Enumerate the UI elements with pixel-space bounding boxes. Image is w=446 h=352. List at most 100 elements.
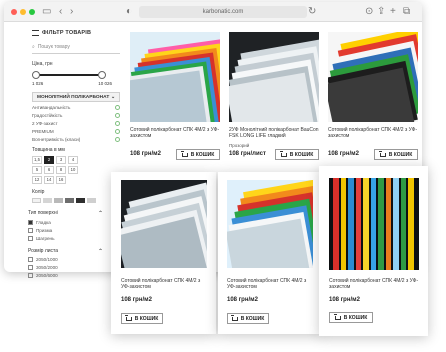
product-image[interactable]	[229, 32, 319, 122]
thickness-option[interactable]: 6	[44, 166, 54, 174]
type-select[interactable]: МОНОЛІТНИЙ ПОЛІКАРБОНАТ ⌄	[32, 92, 120, 102]
price-slider-track	[34, 74, 98, 76]
product-image[interactable]	[329, 178, 419, 270]
thickness-option[interactable]: 16	[56, 176, 66, 184]
type-select-value: МОНОЛІТНИЙ ПОЛІКАРБОНАТ	[37, 94, 110, 100]
product-price: 108 грн/лист	[229, 151, 266, 157]
property-item[interactable]: PREMIUM	[32, 129, 120, 134]
price-slider[interactable]	[32, 71, 112, 79]
thickness-option[interactable]: 14	[44, 176, 54, 184]
product-card[interactable]: Сотовий полікарбонат СПК 4М/2 з УФ-захис…	[128, 30, 222, 170]
search-box[interactable]: ⌕ Пошук товару	[32, 44, 120, 54]
chevron-up-icon[interactable]: ⌃	[98, 210, 103, 217]
thickness-option[interactable]: 1,5	[32, 156, 42, 164]
product-title[interactable]: 2УФ Монолітний полікарбонат BauCon FSK L…	[229, 127, 319, 140]
sheet-option[interactable]: 2050/6000	[28, 273, 58, 278]
minimize-window-button[interactable]	[20, 9, 26, 15]
add-to-cart-button[interactable]: В КОШИК	[227, 313, 269, 324]
product-card[interactable]: Сотовий полікарбонат СПК 4М/2 з УФ-захис…	[111, 172, 216, 334]
checkbox-icon[interactable]	[28, 236, 33, 241]
thickness-option[interactable]: 8	[56, 166, 66, 174]
cart-icon	[230, 314, 238, 321]
cart-icon	[333, 313, 341, 320]
product-card[interactable]: Сотовий полікарбонат СПК 4М/2 з УФ-захис…	[319, 166, 428, 336]
address-bar[interactable]: karbonatic.com	[139, 6, 307, 18]
radio-icon[interactable]	[115, 113, 120, 118]
sheet-option[interactable]: 3050/2000	[28, 265, 58, 270]
thickness-option[interactable]: 4	[68, 156, 78, 164]
checkbox-icon[interactable]	[28, 265, 33, 270]
color-swatch[interactable]	[76, 198, 85, 203]
color-swatch[interactable]	[87, 198, 96, 203]
maximize-window-button[interactable]	[29, 9, 35, 15]
thickness-option[interactable]: 12	[32, 176, 42, 184]
product-card[interactable]: 2УФ Монолітний полікарбонат BauCon FSK L…	[227, 30, 321, 170]
surface-option[interactable]: Шагрень	[28, 236, 54, 241]
add-to-cart-button[interactable]: В КОШИК	[329, 312, 373, 323]
price-max-handle[interactable]	[98, 71, 106, 79]
color-swatch[interactable]	[43, 198, 52, 203]
radio-icon[interactable]	[115, 105, 120, 110]
sheet-option[interactable]: 2050/1000	[28, 257, 58, 262]
property-item[interactable]: 2 УФ-захист	[32, 121, 120, 126]
thickness-option[interactable]: 5	[32, 166, 42, 174]
checkbox-icon[interactable]	[28, 273, 33, 278]
property-item[interactable]: Градостійкість	[32, 113, 120, 118]
thickness-option-selected[interactable]: 2	[44, 156, 54, 164]
surface-option[interactable]: Гладка	[28, 220, 54, 225]
filter-title: ФІЛЬТР ТОВАРІВ	[42, 30, 92, 36]
add-to-cart-button[interactable]: В КОШИК	[121, 313, 163, 324]
product-image[interactable]	[227, 180, 313, 268]
product-title[interactable]: Сотовий полікарбонат СПК 4М/2 з УФ-захис…	[227, 278, 313, 291]
radio-icon[interactable]	[115, 121, 120, 126]
product-title[interactable]: Сотовий полікарбонат СПК 4М/2 з УФ-захис…	[130, 127, 220, 140]
color-swatch[interactable]	[54, 198, 63, 203]
product-title[interactable]: Сотовий полікарбонат СПК 4М/2 з УФ-захис…	[121, 278, 207, 291]
reload-icon[interactable]: ↻	[308, 5, 316, 19]
new-tab-icon[interactable]: +	[390, 5, 396, 19]
product-price: 108 грн/м2	[328, 151, 359, 157]
search-input[interactable]: Пошук товару	[38, 44, 70, 50]
thickness-grid: 1,5 2 3 4 5 6 8 10 12 14 16	[32, 156, 120, 184]
product-image[interactable]	[121, 180, 207, 268]
surface-option[interactable]: Призма	[28, 228, 54, 233]
thickness-option[interactable]: 10	[68, 166, 78, 174]
chevron-up-icon[interactable]: ⌃	[98, 248, 103, 255]
add-to-cart-button[interactable]: В КОШИК	[275, 149, 319, 160]
product-title[interactable]: Сотовий полікарбонат СПК 4М/2 з УФ-захис…	[329, 278, 419, 291]
product-price: 108 грн/м2	[329, 297, 360, 303]
add-to-cart-button[interactable]: В КОШИК	[374, 149, 418, 160]
price-min-handle[interactable]	[32, 71, 40, 79]
tabs-overview-icon[interactable]: ⧉	[403, 5, 410, 19]
product-card[interactable]: Сотовий полікарбонат СПК 4М/2 з УФ-захис…	[326, 30, 420, 170]
product-image[interactable]	[328, 32, 418, 122]
checkbox-icon[interactable]	[28, 220, 33, 225]
forward-icon[interactable]: ›	[70, 5, 73, 19]
scene: ▭ ‹ › ◐ karbonatic.com ↻ ⊙ ⇪ + ⧉ ФІЛЬТР …	[0, 0, 446, 352]
thickness-option[interactable]: 3	[56, 156, 66, 164]
add-to-cart-label: В КОШИК	[289, 151, 314, 158]
product-card[interactable]: Сотовий полікарбонат СПК 4М/2 з УФ-захис…	[218, 172, 322, 334]
surface-option-label: Гладка	[36, 220, 51, 225]
property-item[interactable]: Вогнетривкість (класи)	[32, 137, 120, 142]
product-title[interactable]: Сотовий полікарбонат СПК 4М/2 з УФ-захис…	[328, 127, 418, 140]
product-image[interactable]	[130, 32, 220, 122]
download-icon[interactable]: ⊙	[365, 5, 373, 19]
privacy-shield-icon[interactable]: ◐	[126, 5, 132, 19]
color-swatch[interactable]	[65, 198, 74, 203]
radio-icon[interactable]	[115, 137, 120, 142]
checkbox-icon[interactable]	[28, 228, 33, 233]
color-swatch[interactable]	[32, 198, 41, 203]
property-label: Вогнетривкість (класи)	[32, 137, 81, 142]
product-price: 108 грн/м2	[130, 151, 161, 157]
checkbox-icon[interactable]	[28, 257, 33, 262]
add-to-cart-button[interactable]: В КОШИК	[176, 149, 220, 160]
chevron-down-icon: ⌄	[110, 94, 115, 100]
colors-label: Колір	[32, 189, 45, 195]
back-icon[interactable]: ‹	[59, 5, 62, 19]
radio-icon[interactable]	[115, 129, 120, 134]
share-icon[interactable]: ⇪	[377, 5, 385, 19]
property-item[interactable]: Антивандальність	[32, 105, 120, 110]
close-window-button[interactable]	[11, 9, 17, 15]
sidebar-toggle-icon[interactable]: ▭	[42, 5, 51, 19]
